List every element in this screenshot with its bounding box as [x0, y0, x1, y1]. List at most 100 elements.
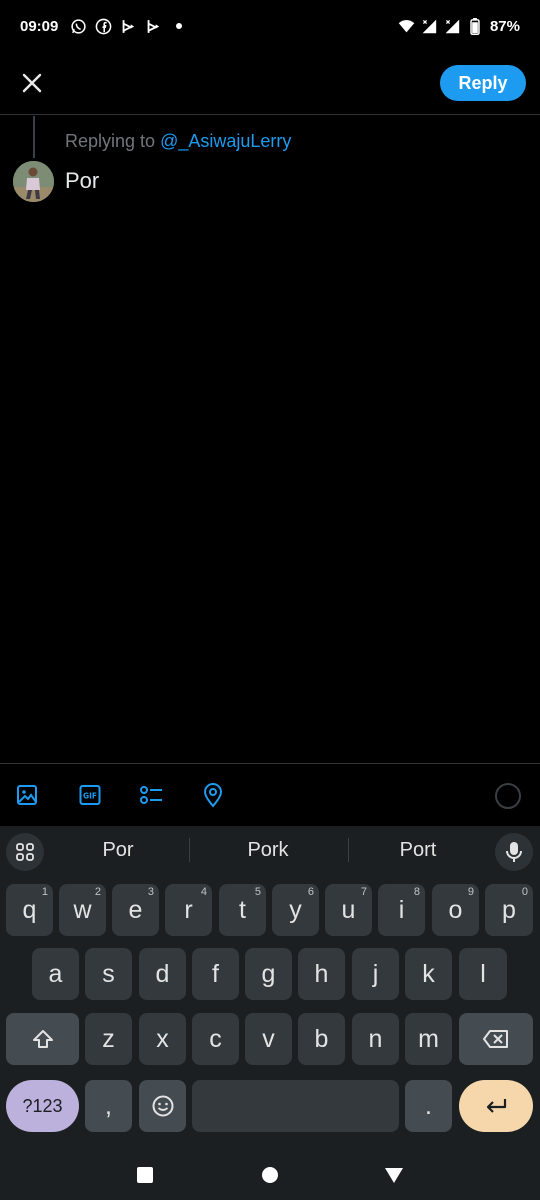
close-icon[interactable] — [16, 67, 48, 99]
compose-header: Reply — [0, 52, 540, 114]
key-e-label: e — [128, 895, 143, 924]
status-time: 09:09 — [20, 17, 59, 35]
comma-key[interactable]: , — [85, 1080, 132, 1132]
suggestion-1[interactable]: Por — [58, 839, 178, 862]
key-y[interactable]: y6 — [272, 884, 319, 936]
key-w-label: w — [73, 895, 92, 924]
status-right: 87% — [398, 17, 520, 35]
key-x[interactable]: x — [139, 1013, 186, 1065]
key-hint: 1 — [41, 886, 48, 898]
key-hint: 6 — [307, 886, 314, 898]
key-p-label: p — [502, 895, 516, 924]
key-q[interactable]: q1 — [6, 884, 53, 936]
key-t[interactable]: t5 — [219, 884, 266, 936]
key-o[interactable]: o9 — [432, 884, 479, 936]
back-icon[interactable] — [381, 1162, 407, 1188]
key-b[interactable]: b — [298, 1013, 345, 1065]
bluesky-app-icon — [145, 18, 162, 35]
character-count-ring — [495, 783, 521, 809]
key-q-label: q — [22, 895, 37, 924]
battery-percent: 87% — [489, 17, 520, 35]
key-hint: 3 — [147, 886, 154, 898]
key-g[interactable]: g — [245, 948, 292, 1000]
reply-button[interactable]: Reply — [440, 65, 526, 101]
suggestion-strip: Por Pork Port — [0, 826, 540, 876]
key-p[interactable]: p0 — [485, 884, 533, 936]
key-i[interactable]: i8 — [378, 884, 425, 936]
microphone-icon[interactable] — [495, 833, 533, 871]
signal-icon — [444, 18, 461, 35]
backspace-icon — [483, 1030, 508, 1048]
facebook-icon — [95, 18, 112, 35]
suggestion-3[interactable]: Port — [358, 839, 478, 862]
symbols-key[interactable]: ?123 — [6, 1080, 79, 1132]
battery-icon — [467, 17, 484, 35]
poll-icon[interactable] — [138, 782, 164, 808]
svg-text:GIF: GIF — [83, 792, 97, 801]
key-z[interactable]: z — [85, 1013, 132, 1065]
replying-handle[interactable]: @_AsiwajuLerry — [160, 131, 291, 151]
enter-key[interactable] — [459, 1080, 533, 1132]
key-k[interactable]: k — [405, 948, 452, 1000]
gif-icon[interactable]: GIF — [77, 782, 103, 808]
key-hint: 4 — [200, 886, 207, 898]
key-u[interactable]: u7 — [325, 884, 372, 936]
dot-icon — [170, 18, 187, 35]
bluesky-app-icon — [120, 18, 137, 35]
shift-key[interactable] — [6, 1013, 79, 1065]
replying-prefix: Replying to — [65, 131, 156, 151]
key-v[interactable]: v — [245, 1013, 292, 1065]
key-hint: 5 — [254, 886, 261, 898]
key-d[interactable]: d — [139, 948, 186, 1000]
header-divider — [0, 114, 540, 115]
backspace-key[interactable] — [459, 1013, 533, 1065]
whatsapp-icon — [70, 18, 87, 35]
key-j[interactable]: j — [352, 948, 399, 1000]
key-y-label: y — [289, 895, 302, 924]
suggestion-separator — [189, 838, 190, 862]
key-hint: 2 — [94, 886, 101, 898]
signal-icon — [421, 18, 438, 35]
replying-to: Replying to @_AsiwajuLerry — [65, 131, 291, 152]
emoji-key[interactable] — [139, 1080, 186, 1132]
status-bar: 09:09 87% — [0, 0, 540, 52]
key-e[interactable]: e3 — [112, 884, 159, 936]
key-c[interactable]: c — [192, 1013, 239, 1065]
recents-icon[interactable] — [132, 1162, 158, 1188]
key-hint: 9 — [467, 886, 474, 898]
key-o-label: o — [448, 895, 463, 924]
compose-input[interactable]: Por — [65, 168, 99, 194]
apps-grid-icon[interactable] — [6, 833, 44, 871]
key-s[interactable]: s — [85, 948, 132, 1000]
key-n[interactable]: n — [352, 1013, 399, 1065]
navigation-bar — [0, 1150, 540, 1200]
key-hint: 0 — [521, 886, 528, 898]
image-icon[interactable] — [14, 782, 40, 808]
key-l[interactable]: l — [459, 948, 507, 1000]
home-icon[interactable] — [257, 1162, 283, 1188]
key-h[interactable]: h — [298, 948, 345, 1000]
space-key[interactable] — [192, 1080, 399, 1132]
thread-line — [33, 116, 35, 158]
compose-toolbar: GIF — [0, 764, 540, 826]
key-a[interactable]: a — [32, 948, 79, 1000]
enter-icon — [486, 1099, 507, 1113]
suggestion-separator — [348, 838, 349, 862]
period-key[interactable]: . — [405, 1080, 452, 1132]
key-hint: 8 — [413, 886, 420, 898]
suggestion-2[interactable]: Pork — [208, 839, 328, 862]
key-i-label: i — [398, 895, 405, 924]
key-u-label: u — [341, 895, 356, 924]
key-hint: 7 — [360, 886, 367, 898]
key-m[interactable]: m — [405, 1013, 452, 1065]
emoji-icon — [152, 1095, 173, 1117]
key-w[interactable]: w2 — [59, 884, 106, 936]
key-r[interactable]: r4 — [165, 884, 212, 936]
location-icon[interactable] — [200, 782, 226, 808]
avatar[interactable] — [13, 161, 54, 202]
shift-icon — [32, 1030, 53, 1048]
key-r-label: r — [184, 895, 193, 924]
keyboard: Por Pork Port q1 w2 e3 r4 t5 y6 u7 i8 o9… — [0, 826, 540, 1150]
status-left: 09:09 — [20, 18, 187, 35]
key-f[interactable]: f — [192, 948, 239, 1000]
